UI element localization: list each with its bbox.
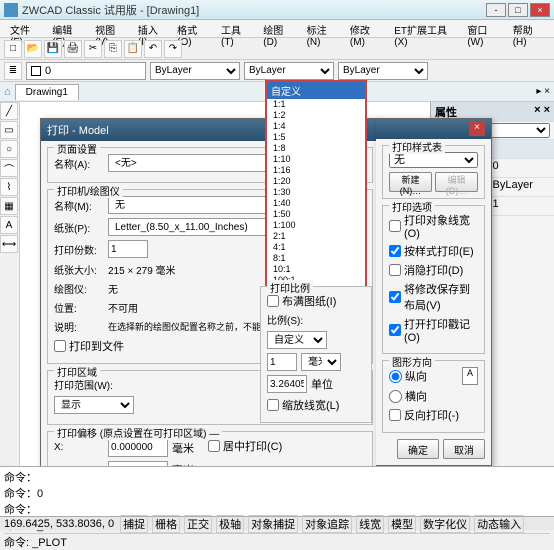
scale-option[interactable]: 4:1 [267,242,365,253]
command-input[interactable]: 命令: _PLOT [4,533,550,550]
style-select[interactable]: 无 [389,152,478,168]
app-title: ZWCAD Classic 试用版 - [Drawing1] [22,2,486,18]
circle-icon[interactable]: ○ [0,140,18,158]
scale-option[interactable]: 1:30 [267,187,365,198]
print-close-btn[interactable]: × [469,122,485,136]
menu-item[interactable]: 窗口(W) [461,20,506,37]
command-area[interactable]: 命令： 命令：0 命令： 命令：_PLOT 命令: _PLOT [0,466,554,516]
scale-option[interactable]: 1:10 [267,154,365,165]
menu-item[interactable]: 工具(T) [215,20,257,37]
ok-button[interactable]: 确定 [397,439,439,459]
menu-item[interactable]: 文件(F) [4,20,46,37]
redo-icon[interactable]: ↷ [164,40,182,58]
lineweight-select[interactable]: ByLayer [338,62,428,80]
cut-icon[interactable]: ✂ [84,40,102,58]
menu-item[interactable]: 帮助(H) [507,20,550,37]
scale-option[interactable]: 1:4 [267,121,365,132]
opt5-check[interactable] [389,324,401,336]
scale-lw-check[interactable] [267,399,279,411]
scale-select[interactable]: 自定义 [267,331,327,349]
scale-option[interactable]: 2:1 [267,231,365,242]
opt3-check[interactable] [389,264,401,276]
minimize-btn[interactable]: - [486,3,506,17]
print-area-select[interactable]: 显示 [54,396,134,414]
close-btn[interactable]: × [530,3,550,17]
scale-option[interactable]: 1:2 [267,110,365,121]
copy-icon[interactable]: ⎘ [104,40,122,58]
rect-icon[interactable]: ▭ [0,121,18,139]
menu-item[interactable]: 修改(M) [344,20,388,37]
text-icon[interactable]: A [0,216,18,234]
dim-icon[interactable]: ⟷ [0,235,18,253]
opt4-check[interactable] [389,291,401,303]
menu-item[interactable]: 编辑(E) [46,20,89,37]
scale-option[interactable]: 10:1 [267,264,365,275]
scale-option[interactable]: 1:1 [267,99,365,110]
fit-check[interactable] [267,295,279,307]
statusbar: 169.6425, 533.8036, 0 捕捉栅格正交极轴对象捕捉对象追踪线宽… [0,516,554,530]
titlebar: ZWCAD Classic 试用版 - [Drawing1] - □ × [0,0,554,20]
layer-icon[interactable]: ≣ [4,62,22,80]
print-icon[interactable]: 🖨 [64,40,82,58]
offset-x-input[interactable] [108,439,168,457]
menu-item[interactable]: 绘图(D) [257,20,300,37]
menu-item[interactable]: 标注(N) [301,20,344,37]
polyline-icon[interactable]: ⌇ [0,178,18,196]
scale-unit-select[interactable]: 毫米 [301,353,341,371]
scale-option[interactable]: 1:50 [267,209,365,220]
reverse-check[interactable] [389,409,401,421]
open-icon[interactable]: 📂 [24,40,42,58]
menu-item[interactable]: 格式(O) [171,20,215,37]
paste-icon[interactable]: 📋 [124,40,142,58]
menu-item[interactable]: ET扩展工具(X) [388,20,461,37]
print-dialog-right: × 打印样式表 无 新建(N)… 编辑(D)… 打印选项 打印对象线宽(O) 按… [376,118,492,466]
app-icon [4,3,18,17]
tab-drawing1[interactable]: Drawing1 [15,84,79,100]
opt2-check[interactable] [389,245,401,257]
props-close-icon[interactable]: × × [534,104,550,120]
save-icon[interactable]: 💾 [44,40,62,58]
edit-style-button[interactable]: 编辑(D)… [435,172,478,192]
maximize-btn[interactable]: □ [508,3,528,17]
new-icon[interactable]: □ [4,40,22,58]
line-icon[interactable]: ╱ [0,102,18,120]
portrait-radio[interactable] [389,370,402,383]
toolbar-layer: ≣ 0 ByLayer ByLayer ByLayer [0,60,554,82]
center-check[interactable] [208,440,220,452]
color-select[interactable]: ByLayer [150,62,240,80]
opt1-check[interactable] [389,220,401,232]
arc-icon[interactable]: ⌒ [0,159,18,177]
landscape-radio[interactable] [389,390,402,403]
tab-home-icon[interactable]: ⌂ [4,86,11,98]
hatch-icon[interactable]: ▦ [0,197,18,215]
scale-option[interactable]: 8:1 [267,253,365,264]
scale-option[interactable]: 1:8 [267,143,365,154]
undo-icon[interactable]: ↶ [144,40,162,58]
layer-combo[interactable]: 0 [26,62,146,80]
scale-option[interactable]: 1:20 [267,176,365,187]
new-style-button[interactable]: 新建(N)… [389,172,432,192]
menu-item[interactable]: 视图(V) [89,20,132,37]
tab-close-icon[interactable]: ▸ × [536,86,550,97]
print-dialog-title: 打印 - Model [47,122,109,138]
scale-option[interactable]: 1:40 [267,198,365,209]
orient-preview-icon: A [462,367,478,385]
scale-header: 自定义 [267,82,365,99]
cancel-button[interactable]: 取消 [443,439,485,459]
menubar: 文件(F)编辑(E)视图(V)插入(I)格式(O)工具(T)绘图(D)标注(N)… [0,20,554,38]
print-to-file-check[interactable] [54,340,66,352]
scale-option[interactable]: 1:5 [267,132,365,143]
copies-input[interactable] [108,240,148,258]
linetype-select[interactable]: ByLayer [244,62,334,80]
scale-unit2-input[interactable] [267,375,307,393]
left-toolbar: ╱ ▭ ○ ⌒ ⌇ ▦ A ⟷ [0,102,20,482]
scale-unit1-input[interactable] [267,353,297,371]
scale-option[interactable]: 1:100 [267,220,365,231]
print-scale-group: 打印比例 布满图纸(I) 比例(S): 自定义 毫米 单位 缩放线宽(L) [260,286,372,429]
coords-display: 169.6425, 533.8036, 0 [4,518,114,530]
menu-item[interactable]: 插入(I) [132,20,171,37]
scale-option[interactable]: 1:16 [267,165,365,176]
